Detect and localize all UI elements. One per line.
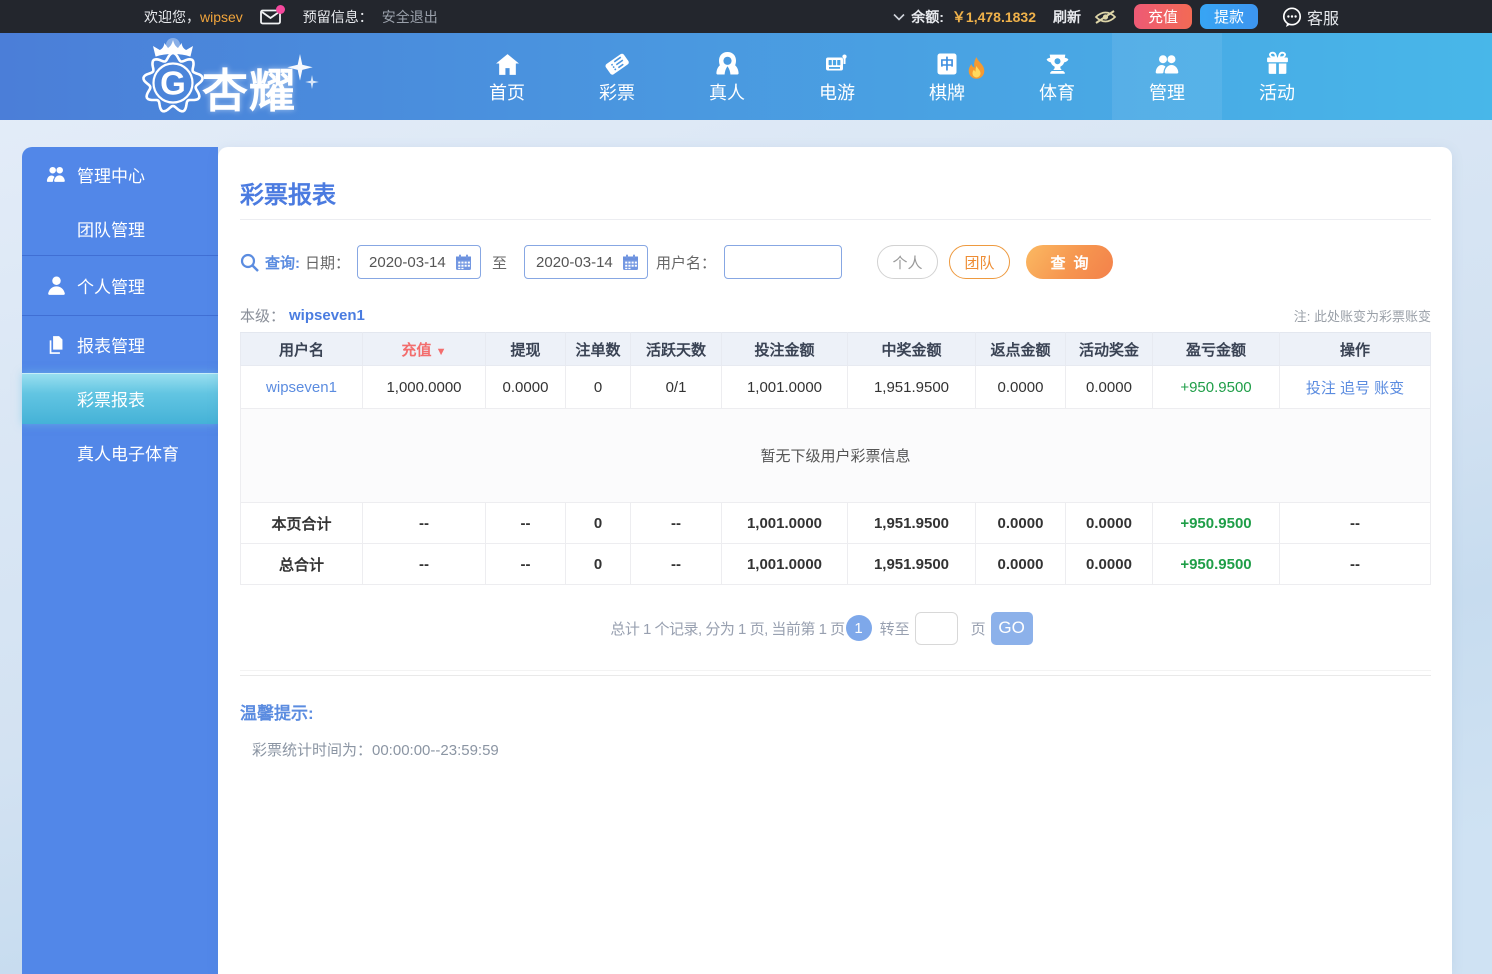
svg-text:中: 中 bbox=[940, 56, 954, 72]
svg-text:G: G bbox=[160, 65, 186, 102]
